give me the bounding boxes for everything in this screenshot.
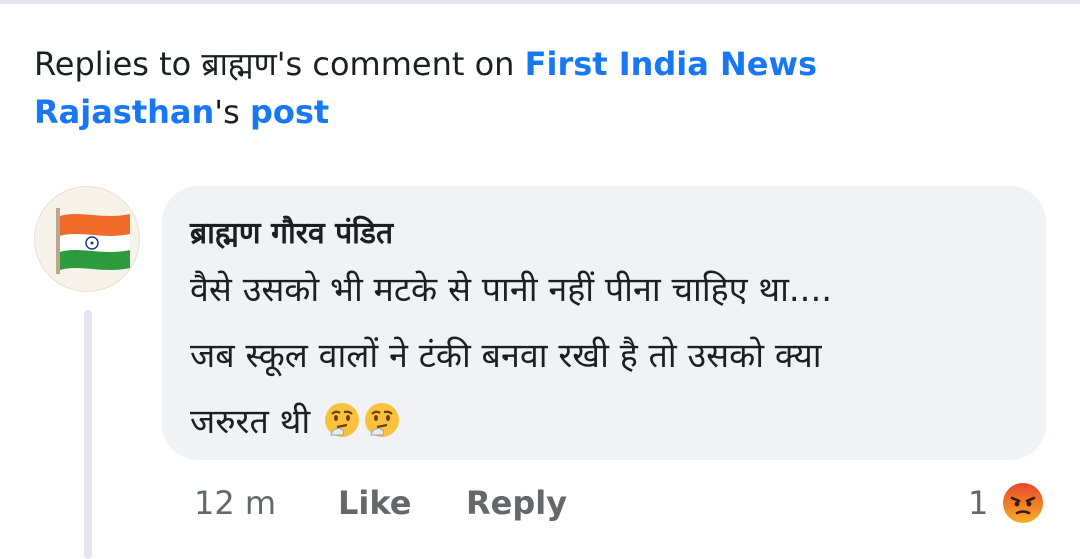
like-button[interactable]: Like xyxy=(338,478,411,528)
post-link[interactable]: post xyxy=(250,93,329,131)
comment-text-line-3: जरुरत थी xyxy=(190,398,401,446)
indian-flag-icon xyxy=(56,208,130,274)
header-prefix: Replies to ब्राह्मण's comment on xyxy=(34,45,525,83)
top-divider xyxy=(0,0,1080,4)
comment-time: 12 m xyxy=(194,484,277,522)
angry-face-icon[interactable] xyxy=(1000,480,1046,526)
reply-button[interactable]: Reply xyxy=(466,478,567,528)
reaction-count[interactable]: 1 xyxy=(968,478,988,528)
thinking-face-icon xyxy=(323,401,361,439)
replies-header: Replies to ब्राह्मण's comment on First I… xyxy=(34,40,1034,136)
thinking-face-icon xyxy=(363,401,401,439)
replies-page: Replies to ब्राह्मण's comment on First I… xyxy=(0,0,1080,559)
avatar[interactable] xyxy=(34,186,140,292)
comment-text-line-3-text: जरुरत थी xyxy=(190,402,311,442)
comment-text-line-1: वैसे उसको भी मटके से पानी नहीं पीना चाहि… xyxy=(190,270,833,310)
comment-author[interactable]: ब्राह्मण गौरव पंडित xyxy=(190,212,393,256)
thread-line xyxy=(84,310,92,559)
header-possessive: 's xyxy=(214,93,250,131)
comment-text-line-2: जब स्कूल वालों ने टंकी बनवा रखी है तो उस… xyxy=(190,336,822,376)
page-name-link-part1[interactable]: First India News xyxy=(525,45,817,83)
page-name-link-part2[interactable]: Rajasthan xyxy=(34,93,214,131)
